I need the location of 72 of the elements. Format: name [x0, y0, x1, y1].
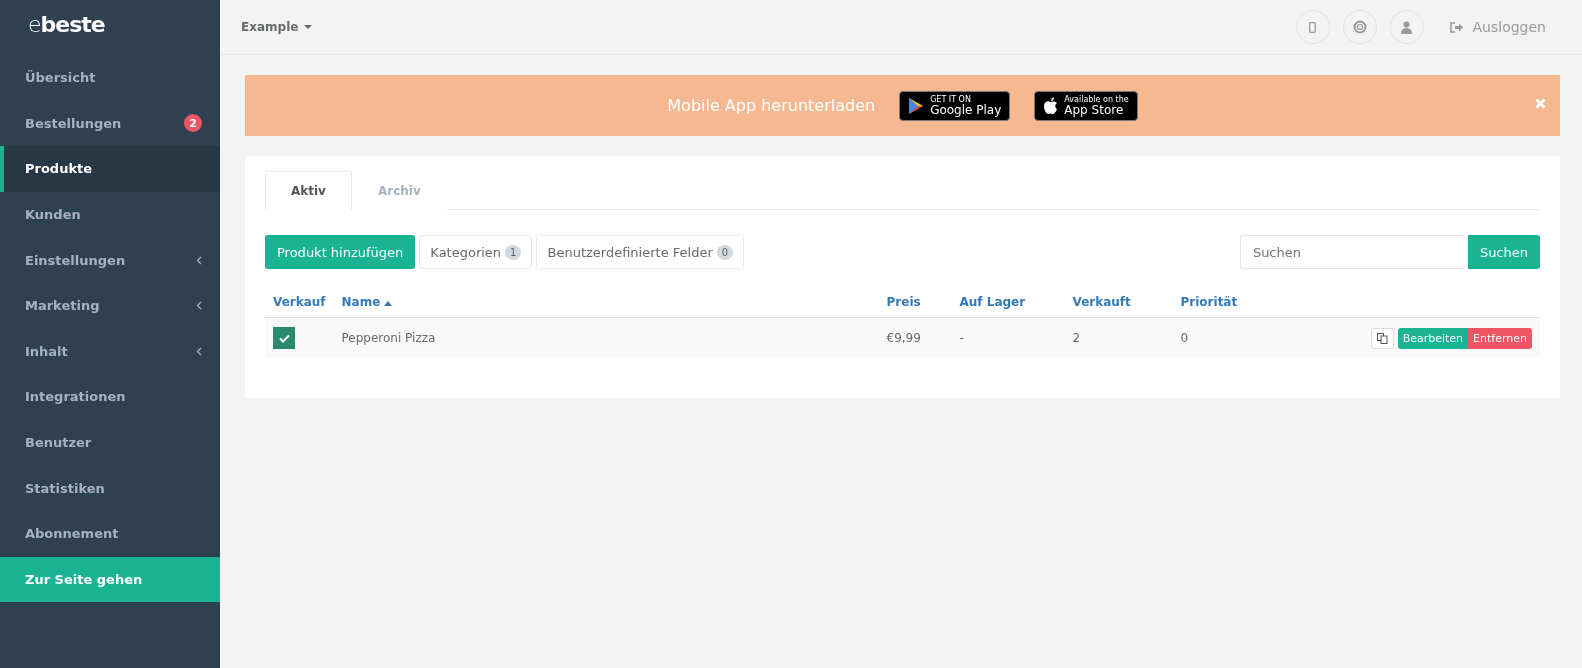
- sidebar-item-label: Inhalt: [25, 343, 69, 359]
- sidebar-item-label: Zur Seite gehen: [25, 571, 144, 587]
- sort-up-icon: [384, 301, 393, 306]
- close-icon: [1535, 98, 1546, 109]
- sidebar-item[interactable]: Kunden: [0, 191, 220, 238]
- lifebuoy-icon: [1352, 20, 1367, 34]
- sidebar-item-label: Integrationen: [25, 389, 127, 405]
- sidebar-item[interactable]: Inhalt: [0, 328, 220, 375]
- table-cell: -: [951, 317, 1065, 358]
- phone-icon: [1309, 21, 1317, 33]
- store-badge[interactable]: GET IT ON Google Play: [899, 90, 1011, 121]
- remove-button[interactable]: Entfernen: [1468, 327, 1532, 349]
- table-cell: €9,99: [878, 317, 952, 358]
- column-header[interactable]: Priorität: [1172, 295, 1280, 318]
- column-header[interactable]: Verkauft: [1064, 295, 1173, 318]
- table-cell: Pepperoni Pizza: [333, 317, 879, 358]
- sidebar-item[interactable]: Produkte: [0, 146, 220, 192]
- edit-button[interactable]: Bearbeiten: [1397, 327, 1469, 349]
- check-icon: [278, 333, 290, 343]
- table-cell: 0: [1172, 317, 1280, 358]
- toolbar-button[interactable]: Kategorien 1: [419, 235, 533, 269]
- shop-dropdown[interactable]: Example: [235, 19, 319, 35]
- sidebar-item-label: Marketing: [25, 298, 101, 314]
- column-header[interactable]: Name: [333, 295, 879, 318]
- column-header[interactable]: Preis: [878, 295, 952, 318]
- chevron-left-icon: [196, 255, 202, 265]
- copy-icon: [1376, 332, 1388, 344]
- add-product-button[interactable]: Produkt hinzufügen: [265, 235, 416, 269]
- chevron-left-icon: [196, 346, 202, 356]
- logout-button[interactable]: Ausloggen: [1443, 18, 1552, 36]
- sidebar-item[interactable]: Statistiken: [0, 465, 220, 511]
- sidebar-item[interactable]: Abonnement: [0, 510, 220, 557]
- sidebar-item-label: Benutzer: [25, 435, 93, 451]
- count-badge: 0: [716, 244, 734, 260]
- sidebar-item[interactable]: Zur Seite gehen: [0, 556, 220, 603]
- tab[interactable]: Aktiv: [265, 171, 352, 210]
- apple-icon: [1043, 96, 1059, 115]
- sidebar-item-label: Statistiken: [25, 480, 106, 496]
- toolbar-button[interactable]: Benutzerdefinierte Felder 0: [536, 235, 745, 269]
- copy-button[interactable]: [1370, 327, 1394, 349]
- store-badge[interactable]: Available on the App Store: [1034, 90, 1138, 121]
- count-badge: 2: [184, 114, 202, 133]
- logo: ebeste: [27, 11, 106, 39]
- sidebar-item-label: Abonnement: [25, 526, 120, 542]
- sidebar-item[interactable]: Integrationen: [0, 374, 220, 420]
- sign-out-icon: [1449, 21, 1463, 33]
- checkbox[interactable]: [273, 327, 295, 349]
- store-name: Google Play: [930, 103, 1002, 116]
- table-cell: 2: [1064, 317, 1173, 358]
- sidebar-item-label: Produkte: [25, 161, 94, 177]
- play-triangle-icon: [908, 96, 925, 115]
- column-header[interactable]: Auf Lager: [951, 295, 1065, 318]
- user-icon: [1401, 20, 1413, 34]
- caret-icon: [304, 25, 313, 29]
- store-name: App Store: [1064, 103, 1125, 116]
- sidebar-item-label: Einstellungen: [25, 252, 127, 268]
- sidebar-item[interactable]: Übersicht: [0, 55, 220, 101]
- column-header[interactable]: Verkauf: [265, 295, 334, 318]
- store-caption: Available on the: [1064, 95, 1129, 104]
- search-button[interactable]: Suchen: [1467, 235, 1540, 269]
- sidebar-item-label: Bestellungen: [25, 115, 123, 131]
- sidebar-item[interactable]: Marketing: [0, 282, 220, 329]
- sidebar-item[interactable]: Benutzer: [0, 419, 220, 466]
- count-badge: 1: [505, 244, 522, 260]
- store-caption: GET IT ON: [930, 95, 972, 104]
- chevron-left-icon: [196, 301, 202, 311]
- banner-text: Mobile App herunterladen: [667, 96, 876, 115]
- sidebar-item-label: Kunden: [25, 207, 82, 223]
- sidebar-item[interactable]: Einstellungen: [0, 237, 220, 283]
- search-field[interactable]: Suchen: [1239, 235, 1464, 269]
- sidebar-item-label: Übersicht: [25, 70, 97, 86]
- sidebar-item[interactable]: Bestellungen 2: [0, 100, 220, 147]
